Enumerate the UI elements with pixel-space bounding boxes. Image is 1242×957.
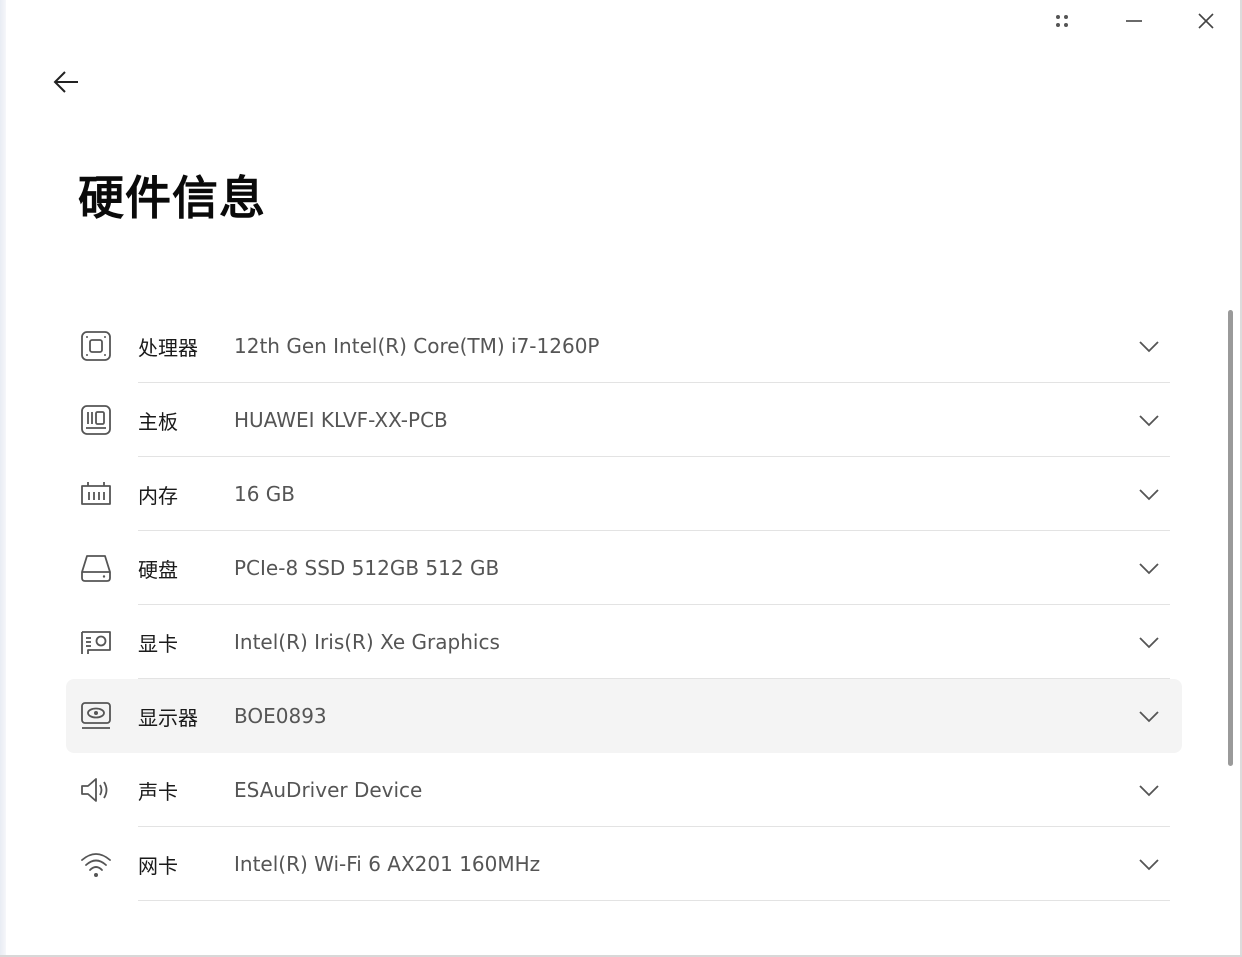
hardware-value: BOE0893 bbox=[234, 704, 327, 728]
close-button[interactable] bbox=[1170, 0, 1242, 42]
wifi-icon bbox=[81, 853, 111, 877]
hardware-label: 内存 bbox=[138, 483, 178, 508]
more-button[interactable] bbox=[1026, 0, 1098, 42]
page-title: 硬件信息 bbox=[78, 171, 266, 225]
motherboard-icon bbox=[81, 405, 111, 435]
cpu-icon bbox=[81, 331, 111, 361]
hardware-list: 处理器 12th Gen Intel(R) Core(TM) i7-1260P … bbox=[66, 309, 1182, 901]
hardware-row-sound[interactable]: 声卡 ESAuDriver Device bbox=[66, 753, 1182, 827]
hardware-value: 16 GB bbox=[234, 482, 296, 506]
hardware-label: 处理器 bbox=[138, 335, 198, 360]
hardware-label: 显示器 bbox=[138, 705, 198, 730]
hardware-label: 硬盘 bbox=[138, 557, 178, 582]
hardware-label: 声卡 bbox=[138, 779, 178, 804]
left-window-edge bbox=[0, 0, 6, 957]
close-icon bbox=[1198, 13, 1214, 29]
chevron-down-icon[interactable] bbox=[1138, 484, 1160, 504]
hardware-row-memory[interactable]: 内存 16 GB bbox=[66, 457, 1182, 531]
vertical-scrollbar[interactable] bbox=[1228, 310, 1233, 766]
monitor-icon bbox=[81, 702, 111, 729]
hardware-label: 网卡 bbox=[138, 853, 178, 878]
hardware-row-monitor[interactable]: 显示器 BOE0893 bbox=[66, 679, 1182, 753]
minimize-button[interactable] bbox=[1098, 0, 1170, 42]
hardware-row-network[interactable]: 网卡 Intel(R) Wi-Fi 6 AX201 160MHz bbox=[66, 827, 1182, 901]
back-button[interactable] bbox=[44, 62, 88, 102]
hardware-value: 12th Gen Intel(R) Core(TM) i7-1260P bbox=[234, 334, 600, 358]
more-icon bbox=[1056, 15, 1068, 27]
hardware-label: 显卡 bbox=[138, 631, 178, 656]
hardware-value: ESAuDriver Device bbox=[234, 778, 423, 802]
hardware-info-window: 硬件信息 处理器 12th Gen Intel(R) Core(TM) i7-1… bbox=[0, 0, 1242, 957]
hardware-label: 主板 bbox=[138, 409, 178, 434]
minimize-icon bbox=[1126, 20, 1142, 22]
chevron-down-icon[interactable] bbox=[1138, 632, 1160, 652]
hardware-value: HUAWEI KLVF-XX-PCB bbox=[234, 408, 448, 432]
chevron-down-icon[interactable] bbox=[1138, 336, 1160, 356]
hardware-value: PCIe-8 SSD 512GB 512 GB bbox=[234, 556, 500, 580]
hardware-row-cpu[interactable]: 处理器 12th Gen Intel(R) Core(TM) i7-1260P bbox=[66, 309, 1182, 383]
chevron-down-icon[interactable] bbox=[1138, 780, 1160, 800]
memory-icon bbox=[81, 482, 111, 505]
row-divider bbox=[138, 900, 1170, 901]
hardware-value: Intel(R) Iris(R) Xe Graphics bbox=[234, 630, 500, 654]
hardware-row-gpu[interactable]: 显卡 Intel(R) Iris(R) Xe Graphics bbox=[66, 605, 1182, 679]
chevron-down-icon[interactable] bbox=[1138, 706, 1160, 726]
arrow-left-icon bbox=[53, 71, 78, 93]
speaker-icon bbox=[81, 778, 108, 802]
gpu-icon bbox=[81, 631, 111, 654]
hardware-value: Intel(R) Wi-Fi 6 AX201 160MHz bbox=[234, 852, 541, 876]
chevron-down-icon[interactable] bbox=[1138, 410, 1160, 430]
chevron-down-icon[interactable] bbox=[1138, 558, 1160, 578]
hardware-row-disk[interactable]: 硬盘 PCIe-8 SSD 512GB 512 GB bbox=[66, 531, 1182, 605]
disk-icon bbox=[81, 555, 111, 582]
window-controls bbox=[1026, 0, 1242, 42]
chevron-down-icon[interactable] bbox=[1138, 854, 1160, 874]
hardware-row-motherboard[interactable]: 主板 HUAWEI KLVF-XX-PCB bbox=[66, 383, 1182, 457]
